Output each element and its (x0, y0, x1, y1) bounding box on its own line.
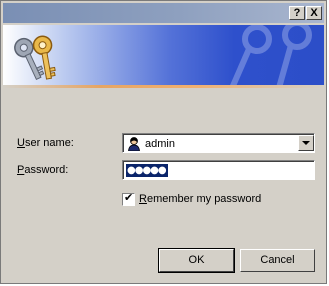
banner (3, 25, 324, 85)
login-dialog: ? X User name: admin Password: ●●●●● ✔ R… (0, 0, 327, 284)
keys-watermark-icon (230, 25, 312, 85)
password-field[interactable]: ●●●●● (122, 160, 315, 180)
remember-password-checkbox[interactable]: ✔ (122, 191, 135, 206)
help-button[interactable]: ? (289, 6, 305, 20)
keys-icon (14, 35, 56, 81)
username-value: admin (145, 138, 175, 150)
chevron-down-icon[interactable] (298, 135, 314, 151)
password-mask: ●●●●● (126, 164, 168, 177)
check-icon: ✔ (124, 191, 134, 204)
remember-password-label[interactable]: Remember my password (139, 193, 261, 205)
username-label: User name: (17, 137, 74, 149)
password-label: Password: (17, 164, 69, 176)
close-button[interactable]: X (306, 6, 322, 20)
ok-button[interactable]: OK (158, 248, 235, 273)
banner-divider (3, 85, 324, 88)
title-bar[interactable]: ? X (3, 3, 324, 23)
cancel-button[interactable]: Cancel (240, 249, 315, 272)
username-combobox[interactable]: admin (122, 133, 315, 153)
user-icon (128, 137, 140, 151)
